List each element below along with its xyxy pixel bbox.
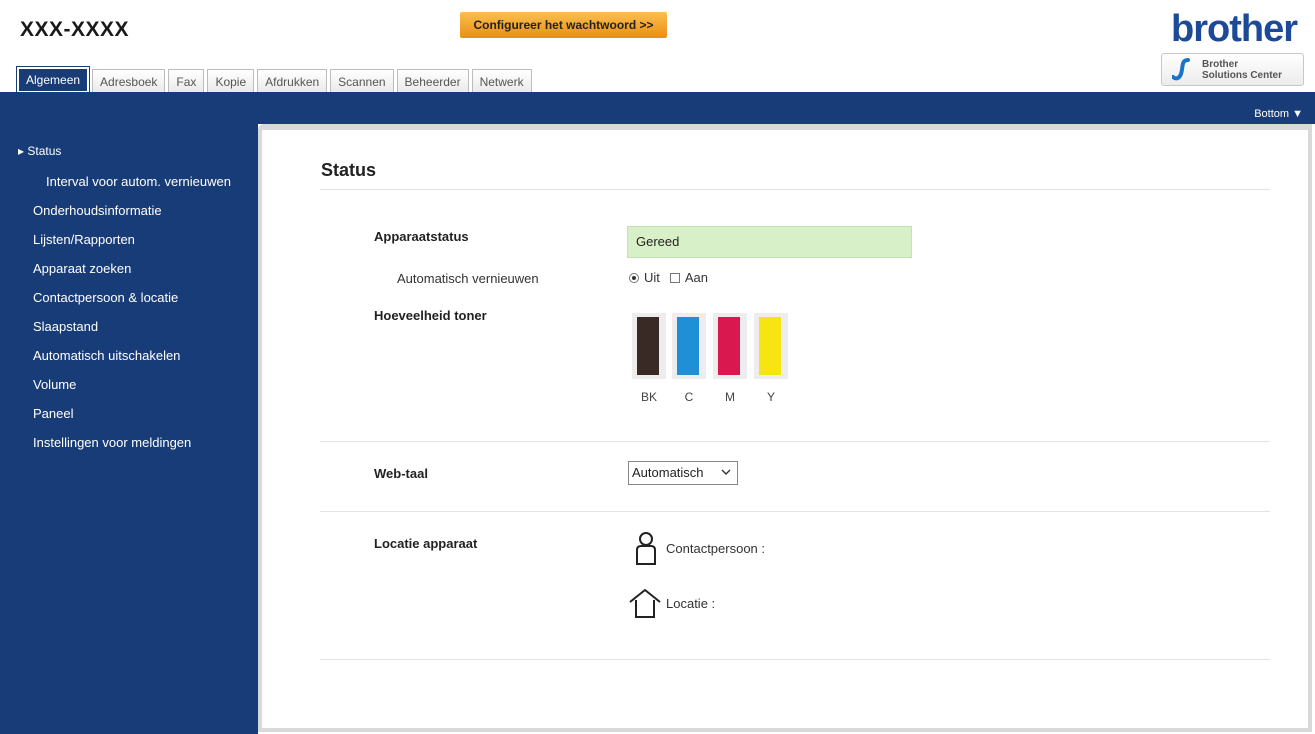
divider	[320, 441, 1270, 442]
sidebar-item-auto-off[interactable]: Automatisch uitschakelen	[33, 348, 180, 363]
sidebar-item-status[interactable]: ▸ Status	[18, 144, 61, 158]
web-language-value: Automatisch	[632, 465, 704, 480]
content-panel	[258, 124, 1312, 732]
device-status-value: Gereed	[627, 226, 912, 258]
solutions-label-2: Solutions Center	[1202, 70, 1283, 81]
nav-band	[0, 92, 1315, 124]
sidebar-item-notifications[interactable]: Instellingen voor meldingen	[33, 435, 191, 450]
divider	[320, 189, 1270, 190]
tab-afdrukken[interactable]: Afdrukken	[257, 69, 328, 93]
configure-password-button[interactable]: Configureer het wachtwoord >>	[460, 12, 667, 38]
auto-refresh-on-checkbox[interactable]	[669, 272, 680, 283]
toner-m-fill	[718, 317, 740, 375]
web-language-select[interactable]: Automatisch	[628, 461, 738, 485]
device-status-label: Apparaatstatus	[374, 229, 469, 244]
toner-bk	[632, 313, 666, 379]
auto-refresh-options: Uit Aan	[629, 270, 708, 285]
toner-y	[754, 313, 788, 379]
toner-bk-fill	[637, 317, 659, 375]
sidebar-item-maintenance[interactable]: Onderhoudsinformatie	[33, 203, 162, 218]
tab-fax[interactable]: Fax	[168, 69, 205, 93]
toner-label: Hoeveelheid toner	[374, 308, 487, 323]
solutions-center-button[interactable]: Brother Solutions Center	[1161, 53, 1304, 86]
divider	[320, 511, 1270, 512]
divider	[320, 659, 1270, 660]
contact-person-label: Contactpersoon :	[666, 541, 766, 556]
tab-beheerder[interactable]: Beheerder	[396, 69, 469, 93]
sidebar-item-volume[interactable]: Volume	[33, 377, 76, 392]
chevron-down-icon	[721, 469, 731, 475]
person-icon	[636, 532, 656, 565]
auto-refresh-label: Automatisch vernieuwen	[397, 271, 539, 286]
home-icon	[629, 589, 661, 618]
sidebar-item-find-device[interactable]: Apparaat zoeken	[33, 261, 131, 276]
toner-bk-label: BK	[640, 390, 657, 404]
sidebar-item-contact-location[interactable]: Contactpersoon & locatie	[33, 290, 178, 305]
tab-algemeen[interactable]: Algemeen	[15, 66, 91, 94]
toner-c	[672, 313, 706, 379]
tab-netwerk[interactable]: Netwerk	[471, 69, 532, 93]
toner-m-label: M	[725, 390, 735, 404]
tab-scannen[interactable]: Scannen	[330, 69, 394, 93]
bottom-link[interactable]: Bottom ▼	[1254, 108, 1303, 120]
location-label: Locatie :	[666, 596, 716, 611]
web-language-label: Web-taal	[374, 466, 428, 481]
sidebar-item-panel[interactable]: Paneel	[33, 406, 73, 421]
sidebar-item-refresh-interval[interactable]: Interval voor autom. vernieuwen	[46, 174, 231, 189]
main-tabs: Algemeen Adresboek Fax Kopie Afdrukken S…	[15, 66, 535, 94]
model-name: XXX-XXXX	[20, 18, 130, 41]
tab-adresboek[interactable]: Adresboek	[92, 69, 166, 93]
sidebar-item-sleep[interactable]: Slaapstand	[33, 319, 98, 334]
brother-logo: brother	[1171, 8, 1298, 50]
auto-refresh-off-radio[interactable]	[629, 272, 639, 283]
toner-c-fill	[677, 317, 699, 375]
device-location-label: Locatie apparaat	[374, 536, 478, 551]
toner-y-label: Y	[766, 390, 775, 404]
tab-kopie[interactable]: Kopie	[207, 69, 255, 93]
toner-y-fill	[759, 317, 781, 375]
auto-refresh-off-label: Uit	[644, 270, 660, 285]
sidebar-item-reports[interactable]: Lijsten/Rapporten	[33, 232, 135, 247]
solutions-swoosh-icon	[1172, 58, 1190, 81]
auto-refresh-on-label: Aan	[684, 270, 709, 285]
toner-m	[713, 313, 747, 379]
page-title: Status	[321, 160, 377, 180]
solutions-label-1: Brother	[1202, 59, 1239, 70]
toner-c-label: C	[684, 390, 694, 404]
